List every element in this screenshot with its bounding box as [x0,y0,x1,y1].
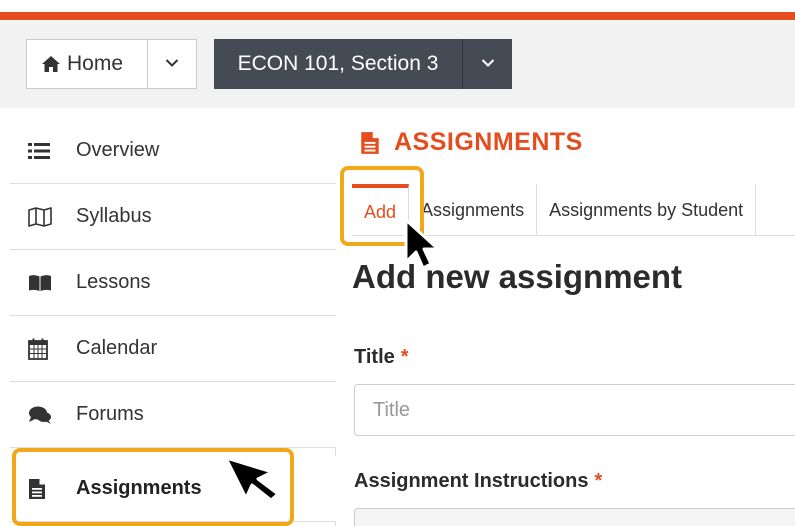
sidebar-item-forums[interactable]: Forums [10,382,336,448]
required-marker: * [400,346,409,368]
mouse-pointer-icon [224,456,280,502]
home-dropdown-toggle[interactable] [147,39,197,89]
book-icon [28,271,60,295]
home-icon [41,55,61,73]
sidebar-item-label: Forums [76,403,144,425]
comments-icon [28,403,60,427]
sidebar-item-lessons[interactable]: Lessons [10,250,336,316]
instructions-editor[interactable] [354,508,795,526]
mouse-pointer-icon [404,218,440,270]
course-label: ECON 101, Section 3 [237,52,439,75]
section-title: ASSIGNMENTS [360,128,583,157]
map-icon [28,205,60,229]
sidebar-item-label: Syllabus [76,205,152,227]
title-label-text: Title [354,346,395,368]
sidebar-item-label: Overview [76,139,160,161]
sidebar-item-calendar[interactable]: Calendar [10,316,336,382]
sidebar-item-label: Lessons [76,271,151,293]
sidebar-item-overview[interactable]: Overview [10,118,336,184]
tab-assignments-by-student[interactable]: Assignments by Student [537,184,757,236]
tab-label: Assignments by Student [549,199,744,220]
home-button[interactable]: Home [26,39,148,89]
sidebar-item-syllabus[interactable]: Syllabus [10,184,336,250]
title-field-label: Title * [354,346,409,369]
home-label: Home [67,52,124,75]
instructions-label-text: Assignment Instructions [354,470,589,492]
title-input[interactable] [354,384,795,436]
required-marker: * [594,470,603,492]
list-icon [28,139,60,163]
chevron-down-icon [165,55,179,73]
calendar-icon [28,337,60,361]
chevron-down-icon [481,55,495,73]
top-accent-bar [0,12,795,20]
instructions-field-label: Assignment Instructions * [354,470,602,493]
section-title-text: ASSIGNMENTS [394,128,583,156]
course-dropdown-toggle[interactable] [462,39,512,89]
file-text-icon [360,131,394,155]
course-button[interactable]: ECON 101, Section 3 [214,39,462,89]
sidebar-item-label: Calendar [76,337,158,359]
